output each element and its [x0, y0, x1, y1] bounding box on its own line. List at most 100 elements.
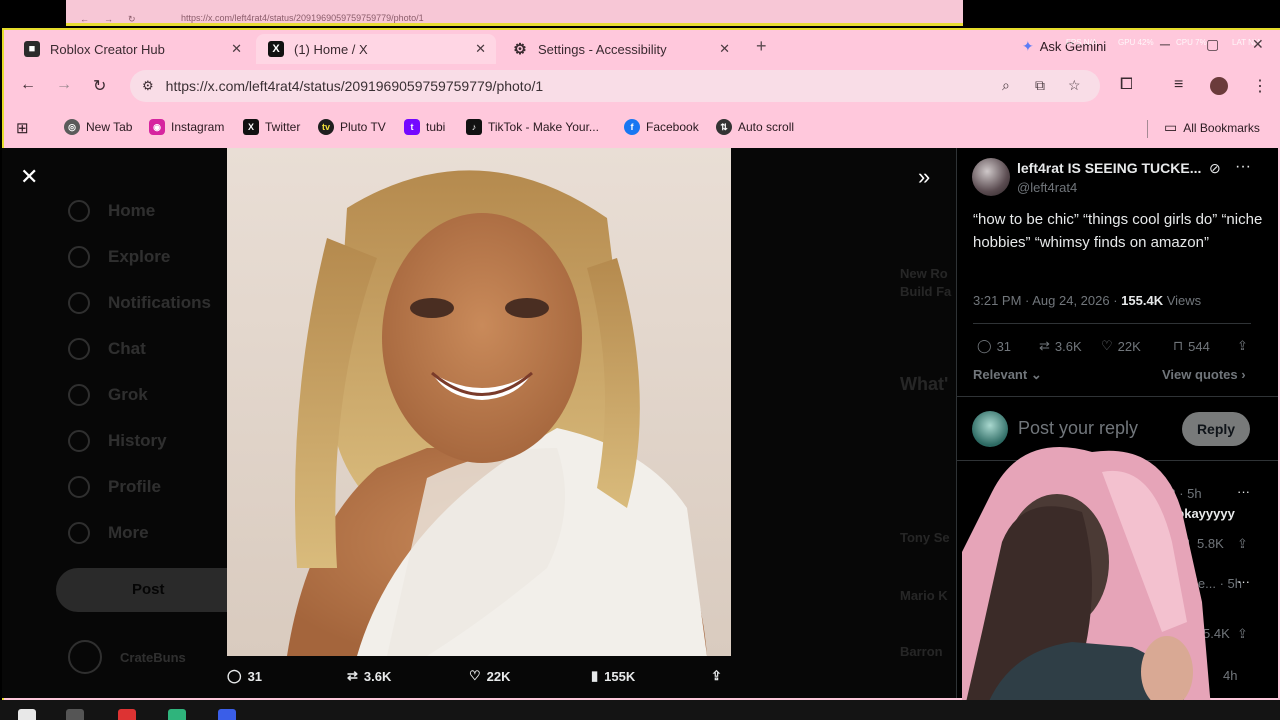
heart-icon: ♡ [1101, 338, 1113, 353]
author-avatar[interactable] [972, 158, 1010, 196]
bookmark-label: Twitter [265, 120, 301, 134]
nav-profile: Profile [68, 476, 161, 498]
repost-icon: ⇄ [1039, 338, 1050, 353]
divider [973, 323, 1251, 324]
bookmark-label: TikTok - Make Your... [488, 120, 599, 134]
more-options-icon[interactable]: ··· [1235, 158, 1251, 176]
fps-stat: FPS N/A [1066, 38, 1098, 47]
background-browser-bar: ← → ↻ https://x.com/left4rat4/status/209… [66, 0, 963, 26]
new-tab-plus-icon[interactable]: + [756, 36, 767, 57]
tab-home-x[interactable]: X (1) Home / X ✕ [256, 34, 496, 64]
bookmark-new-tab[interactable]: ◎ New Tab [64, 119, 132, 135]
tab-roblox-creator-hub[interactable]: ■ Roblox Creator Hub ✕ [12, 34, 252, 64]
task-view-icon[interactable] [66, 709, 84, 720]
close-tab-icon[interactable]: ✕ [475, 41, 486, 57]
nav-chat: Chat [68, 338, 146, 360]
expand-panel-icon[interactable]: » [918, 164, 930, 190]
nav-explore: Explore [68, 246, 170, 268]
forward-icon: → [104, 14, 113, 24]
all-bookmarks-folder[interactable]: ▭ All Bookmarks [1164, 119, 1260, 136]
bookmark-pluto-tv[interactable]: tv Pluto TV [318, 119, 386, 135]
bookmark-facebook[interactable]: f Facebook [624, 119, 699, 135]
install-app-icon[interactable]: ⧉ [1035, 77, 1045, 94]
grok-icon[interactable]: ⊘ [1209, 160, 1221, 177]
gpu-stat: GPU 42% [1118, 38, 1154, 47]
profile-icon [68, 476, 90, 498]
bookmark-tubi[interactable]: t tubi [404, 119, 445, 135]
bookmark-label: Facebook [646, 120, 699, 134]
zoom-icon[interactable]: ⌕ [1002, 77, 1010, 94]
bookmark-label: tubi [426, 120, 446, 134]
media-reply-button[interactable]: ◯ 31 [227, 668, 262, 684]
bookmark-star-icon[interactable]: ☆ [1068, 77, 1081, 94]
roblox-icon: ■ [24, 41, 40, 57]
maximize-icon[interactable]: ▢ [1206, 36, 1219, 53]
bookmark-tiktok[interactable]: ♪ TikTok - Make Your... [466, 119, 599, 135]
heart-icon: ♡ [469, 668, 481, 683]
sort-relevant-dropdown[interactable]: Relevant ⌄ [973, 367, 1042, 383]
reply-button[interactable]: ◯ 31 [977, 338, 1011, 354]
cpu-stat: CPU 7% [1176, 38, 1207, 47]
repost-icon: ⇄ [347, 668, 358, 683]
app-taskbar-icon[interactable] [218, 709, 236, 720]
pluto-tv-icon: tv [318, 119, 334, 135]
share-icon: ⇪ [711, 668, 722, 683]
share-button[interactable]: ⇪ [1237, 338, 1248, 354]
more-icon [68, 522, 90, 544]
divider [957, 396, 1278, 397]
bookmark-label: New Tab [86, 120, 133, 134]
author-name[interactable]: left4rat IS SEEING TUCKE... [1017, 160, 1201, 176]
account-avatar-icon [68, 640, 102, 674]
view-quotes-link[interactable]: View quotes › [1162, 367, 1246, 382]
search-icon [68, 246, 90, 268]
share-icon: ⇪ [1237, 338, 1248, 353]
minimize-icon[interactable]: ─ [1160, 36, 1170, 52]
home-icon [68, 200, 90, 222]
chrome-taskbar-icon[interactable] [118, 709, 136, 720]
tab-label: Roblox Creator Hub [50, 41, 165, 57]
tweet-photo[interactable] [227, 148, 731, 656]
folder-icon: ▭ [1164, 119, 1178, 135]
tab-settings-accessibility[interactable]: ⚙ Settings - Accessibility ✕ [500, 34, 740, 64]
media-share-button[interactable]: ⇪ [711, 668, 722, 684]
forward-icon[interactable]: → [56, 76, 72, 94]
bookmark-label: Instagram [171, 120, 225, 134]
apps-grid-icon[interactable]: ⊞ [16, 119, 29, 137]
media-views-button[interactable]: ▮ 155K [591, 668, 635, 684]
reply-icon: ◯ [977, 338, 992, 353]
close-tab-icon[interactable]: ✕ [231, 41, 242, 57]
nav-notifications: Notifications [68, 292, 211, 314]
media-action-bar: ◯ 31 ⇄ 3.6K ♡ 22K ▮ 155K ⇪ [227, 666, 739, 692]
close-window-icon[interactable]: ✕ [1252, 36, 1264, 53]
bookmark-instagram[interactable]: ◉ Instagram [149, 119, 224, 135]
profile-avatar-icon[interactable] [1210, 77, 1228, 95]
media-repost-button[interactable]: ⇄ 3.6K [347, 668, 391, 684]
repost-button[interactable]: ⇄ 3.6K [1039, 338, 1082, 354]
back-icon[interactable]: ← [20, 76, 36, 94]
site-info-icon[interactable]: ⚙ [142, 78, 154, 94]
chevron-down-icon: ⌄ [1030, 367, 1042, 382]
auto-scroll-icon: ⇅ [716, 119, 732, 135]
media-like-button[interactable]: ♡ 22K [469, 668, 511, 684]
app-taskbar-icon[interactable] [168, 709, 186, 720]
bookmark-twitter[interactable]: X Twitter [243, 119, 300, 135]
bookmark-auto-scroll[interactable]: ⇅ Auto scroll [716, 119, 794, 135]
close-tab-icon[interactable]: ✕ [719, 41, 730, 57]
start-icon[interactable] [18, 709, 36, 720]
bookmark-button[interactable]: ⊓ 544 [1173, 338, 1210, 354]
address-bar[interactable]: ⚙ https://x.com/left4rat4/status/2091969… [130, 70, 1100, 102]
extensions-icon[interactable]: ⧠ [1120, 76, 1133, 94]
menu-kebab-icon[interactable]: ⋮ [1252, 76, 1268, 96]
like-button[interactable]: ♡ 22K [1101, 338, 1141, 354]
nav-history: History [68, 430, 167, 452]
all-bookmarks-label: All Bookmarks [1183, 120, 1260, 135]
author-handle[interactable]: @left4rat4 [1017, 180, 1077, 195]
screen: ← → ↻ https://x.com/left4rat4/status/209… [0, 0, 1280, 720]
tab-label: Settings - Accessibility [538, 41, 667, 57]
media-controls-icon[interactable]: ≡ [1174, 76, 1183, 94]
reload-icon[interactable]: ↻ [93, 76, 106, 96]
address-url[interactable]: https://x.com/left4rat4/status/209196905… [166, 78, 544, 94]
bookmarks-bar: ⊞ ◎ New Tab ◉ Instagram X Twitter tv Plu… [4, 110, 1280, 146]
close-media-icon[interactable]: ✕ [20, 164, 38, 190]
os-taskbar [0, 700, 1280, 720]
